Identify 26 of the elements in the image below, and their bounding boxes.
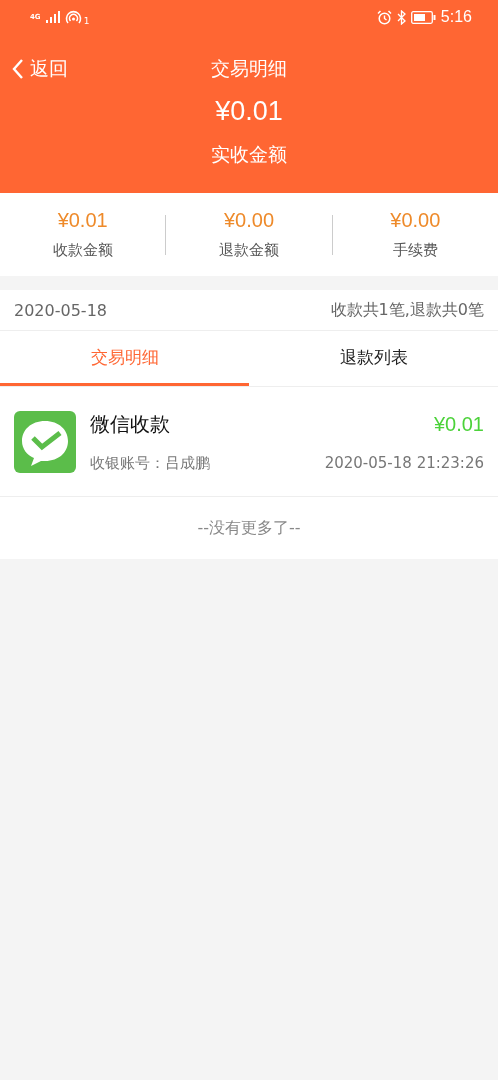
summary-value: ¥0.00 [223,209,274,232]
summary-value: ¥0.01 [57,209,108,232]
transaction-amount: ¥0.01 [433,412,484,436]
date-text: 2020-05-18 [14,300,107,320]
end-of-list-text: --没有更多了-- [197,517,301,539]
hotspot-icon [64,9,82,25]
summary-label: 手续费 [392,241,438,260]
battery-icon [410,10,436,24]
count-summary: 收款共1笔,退款共0笔 [330,299,484,321]
clock-time: 5:16 [440,8,472,26]
received-amount: ¥0.01 [215,96,283,127]
received-amount-label: 实收金额 [211,142,287,167]
transaction-title: 微信收款 [90,410,170,438]
back-chevron-icon [12,58,24,80]
page-title: 交易明细 [211,56,287,81]
hotspot-count: 1 [83,16,90,26]
summary-label: 收款金额 [52,241,113,260]
alarm-icon [376,9,392,25]
cashier-account: 收银账号：吕成鹏 [90,453,210,473]
signal-icon [45,11,60,23]
summary-value: ¥0.00 [390,209,441,232]
chat-check-icon [14,410,76,473]
transaction-time: 2020-05-18 21:23:26 [324,454,484,472]
transaction-row[interactable]: 微信收款 ¥0.01 收银账号：吕成鹏 2020-05-18 21:23:26 [0,387,498,497]
bluetooth-icon [396,9,406,25]
summary-label: 退款金额 [219,241,279,260]
